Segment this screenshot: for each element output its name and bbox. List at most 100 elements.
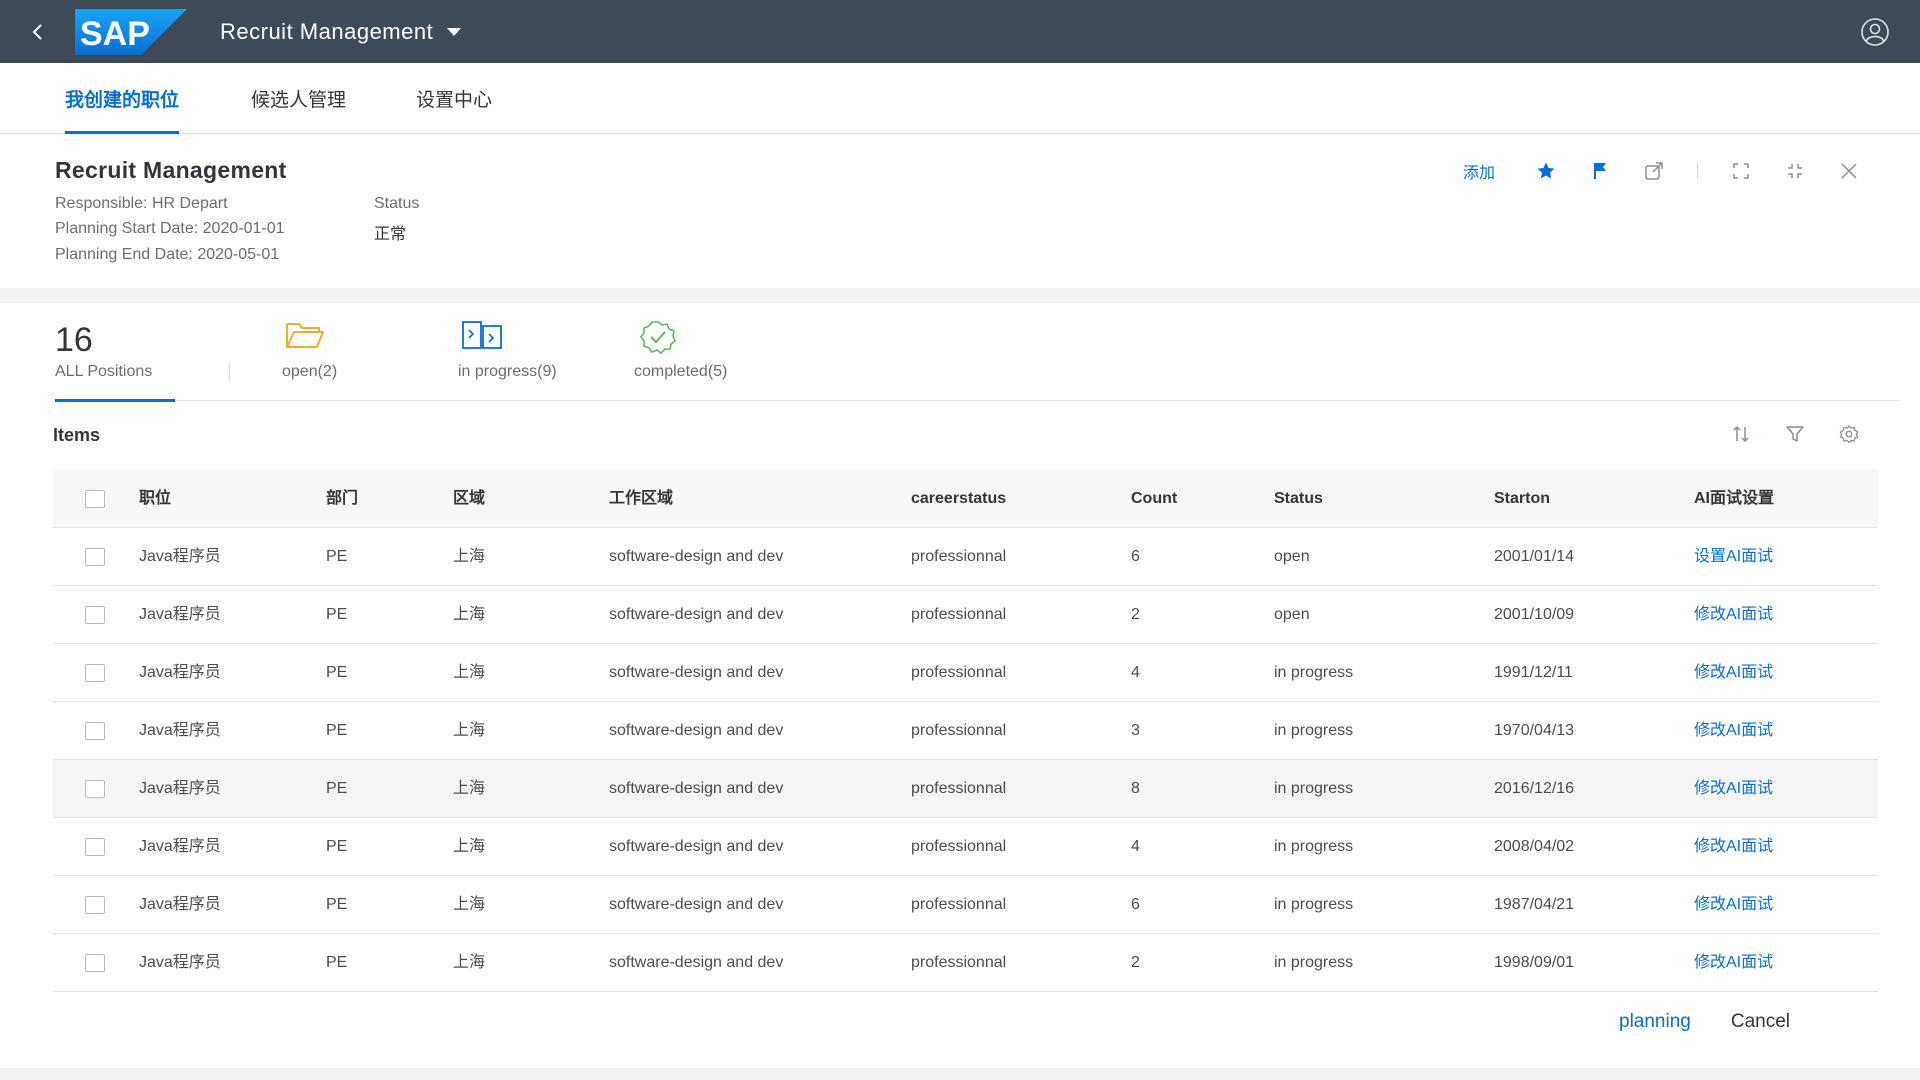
cell-work-area: software-design and dev [609, 954, 784, 971]
object-header: Recruit Management Responsible: HR Depar… [0, 135, 1920, 288]
cell-region: 上海 [453, 780, 486, 797]
cell-work-area: software-design and dev [609, 780, 784, 797]
row-checkbox[interactable] [85, 954, 105, 972]
back-button[interactable] [0, 0, 75, 63]
completed-check-icon [640, 321, 676, 354]
table-row[interactable]: Java程序员 PE 上海 software-design and dev pr… [53, 528, 1878, 586]
ai-interview-link[interactable]: 修改AI面试 [1694, 644, 1773, 702]
add-button[interactable]: 添加 [1463, 159, 1495, 183]
filter-open[interactable]: open(2) [282, 303, 362, 401]
cell-status: in progress [1274, 664, 1354, 681]
folder-open-icon [286, 323, 324, 348]
star-icon[interactable] [1535, 160, 1557, 182]
column-header-status[interactable]: Status [1274, 470, 1323, 528]
app-title: Recruit Management [220, 18, 434, 44]
row-checkbox[interactable] [85, 548, 105, 566]
tab-candidates[interactable]: 候选人管理 [251, 63, 346, 134]
cancel-button[interactable]: Cancel [1731, 1011, 1790, 1033]
cell-starton: 2001/01/14 [1494, 548, 1575, 565]
cell-count: 6 [1131, 548, 1140, 565]
planning-button[interactable]: planning [1619, 1011, 1691, 1033]
share-icon[interactable] [1643, 160, 1665, 182]
cell-region: 上海 [453, 606, 486, 623]
tab-bar: 我创建的职位 候选人管理 设置中心 [0, 63, 1920, 134]
table-row[interactable]: Java程序员 PE 上海 software-design and dev pr… [53, 934, 1878, 992]
cell-careerstatus: professionnal [911, 780, 1007, 797]
cell-department: PE [326, 606, 348, 623]
user-avatar-button[interactable] [1860, 17, 1890, 47]
row-checkbox[interactable] [85, 838, 105, 856]
ai-interview-link[interactable]: 设置AI面试 [1694, 528, 1773, 586]
table-row[interactable]: Java程序员 PE 上海 software-design and dev pr… [53, 586, 1878, 644]
ai-interview-link[interactable]: 修改AI面试 [1694, 586, 1773, 644]
ai-interview-link[interactable]: 修改AI面试 [1694, 702, 1773, 760]
exit-fullscreen-icon[interactable] [1784, 160, 1806, 182]
caret-down-icon [447, 27, 462, 36]
row-checkbox[interactable] [85, 896, 105, 914]
cell-region: 上海 [453, 548, 486, 565]
all-positions-label: ALL Positions [55, 363, 153, 380]
cell-count: 4 [1131, 664, 1140, 681]
column-header-work-area[interactable]: 工作区域 [609, 470, 673, 528]
table-row[interactable]: Java程序员 PE 上海 software-design and dev pr… [53, 644, 1878, 702]
fullscreen-icon[interactable] [1730, 160, 1752, 182]
column-header-careerstatus[interactable]: careerstatus [911, 470, 1006, 528]
ai-interview-link[interactable]: 修改AI面试 [1694, 760, 1773, 818]
row-checkbox[interactable] [85, 606, 105, 624]
sort-icon[interactable] [1730, 423, 1752, 445]
settings-icon[interactable] [1838, 423, 1860, 445]
table-row[interactable]: Java程序员 PE 上海 software-design and dev pr… [53, 702, 1878, 760]
cell-status: in progress [1274, 954, 1354, 971]
footer-actions: planning Cancel [1619, 1011, 1790, 1033]
cell-position: Java程序员 [139, 606, 221, 623]
ai-interview-link[interactable]: 修改AI面试 [1694, 876, 1773, 934]
positions-table: 职位 部门 区域 工作区域 careerstatus Count Status … [53, 470, 1878, 992]
select-all-checkbox[interactable] [85, 490, 105, 508]
ai-interview-link[interactable]: 修改AI面试 [1694, 818, 1773, 876]
svg-text:SAP: SAP [80, 15, 150, 53]
cell-department: PE [326, 838, 348, 855]
filter-icon[interactable] [1784, 423, 1806, 445]
toolbar-separator [1697, 163, 1698, 179]
cell-careerstatus: professionnal [911, 664, 1007, 681]
row-checkbox[interactable] [85, 780, 105, 798]
column-header-region[interactable]: 区域 [453, 470, 485, 528]
column-header-count[interactable]: Count [1131, 470, 1177, 528]
filter-completed[interactable]: completed(5) [634, 303, 754, 401]
cell-count: 8 [1131, 780, 1140, 797]
table-row[interactable]: Java程序员 PE 上海 software-design and dev pr… [53, 760, 1878, 818]
row-checkbox[interactable] [85, 722, 105, 740]
flag-icon[interactable] [1589, 160, 1611, 182]
cell-starton: 1987/04/21 [1494, 896, 1575, 913]
table-row[interactable]: Java程序员 PE 上海 software-design and dev pr… [53, 876, 1878, 934]
items-title: Items [53, 425, 101, 445]
cell-count: 3 [1131, 722, 1140, 739]
table-row[interactable]: Java程序员 PE 上海 software-design and dev pr… [53, 818, 1878, 876]
sap-logo: SAP [75, 8, 187, 55]
cell-work-area: software-design and dev [609, 606, 784, 623]
row-checkbox[interactable] [85, 664, 105, 682]
cell-starton: 1991/12/11 [1494, 664, 1573, 681]
column-header-ai-interview[interactable]: AI面试设置 [1694, 470, 1774, 528]
status-label: Status [374, 195, 420, 212]
shell-bar: SAP Recruit Management [0, 0, 1920, 63]
ai-interview-link[interactable]: 修改AI面试 [1694, 934, 1773, 992]
cell-count: 2 [1131, 606, 1140, 623]
tab-my-positions[interactable]: 我创建的职位 [65, 63, 180, 134]
column-header-position[interactable]: 职位 [139, 470, 171, 528]
cell-position: Java程序员 [139, 722, 221, 739]
cell-department: PE [326, 664, 348, 681]
app-title-menu[interactable]: Recruit Management [220, 18, 462, 45]
filter-all-positions[interactable]: 16 ALL Positions [55, 303, 185, 402]
close-icon[interactable] [1838, 160, 1860, 182]
cell-count: 4 [1131, 838, 1140, 855]
cell-department: PE [326, 548, 348, 565]
filter-in-progress[interactable]: in progress(9) [458, 303, 588, 401]
cell-starton: 1998/09/01 [1494, 954, 1575, 971]
cell-status: in progress [1274, 896, 1354, 913]
cell-work-area: software-design and dev [609, 722, 784, 739]
start-date-text: Planning Start Date: 2020-01-01 [55, 220, 285, 237]
column-header-starton[interactable]: Starton [1494, 470, 1550, 528]
tab-settings[interactable]: 设置中心 [416, 63, 492, 134]
column-header-department[interactable]: 部门 [326, 470, 358, 528]
